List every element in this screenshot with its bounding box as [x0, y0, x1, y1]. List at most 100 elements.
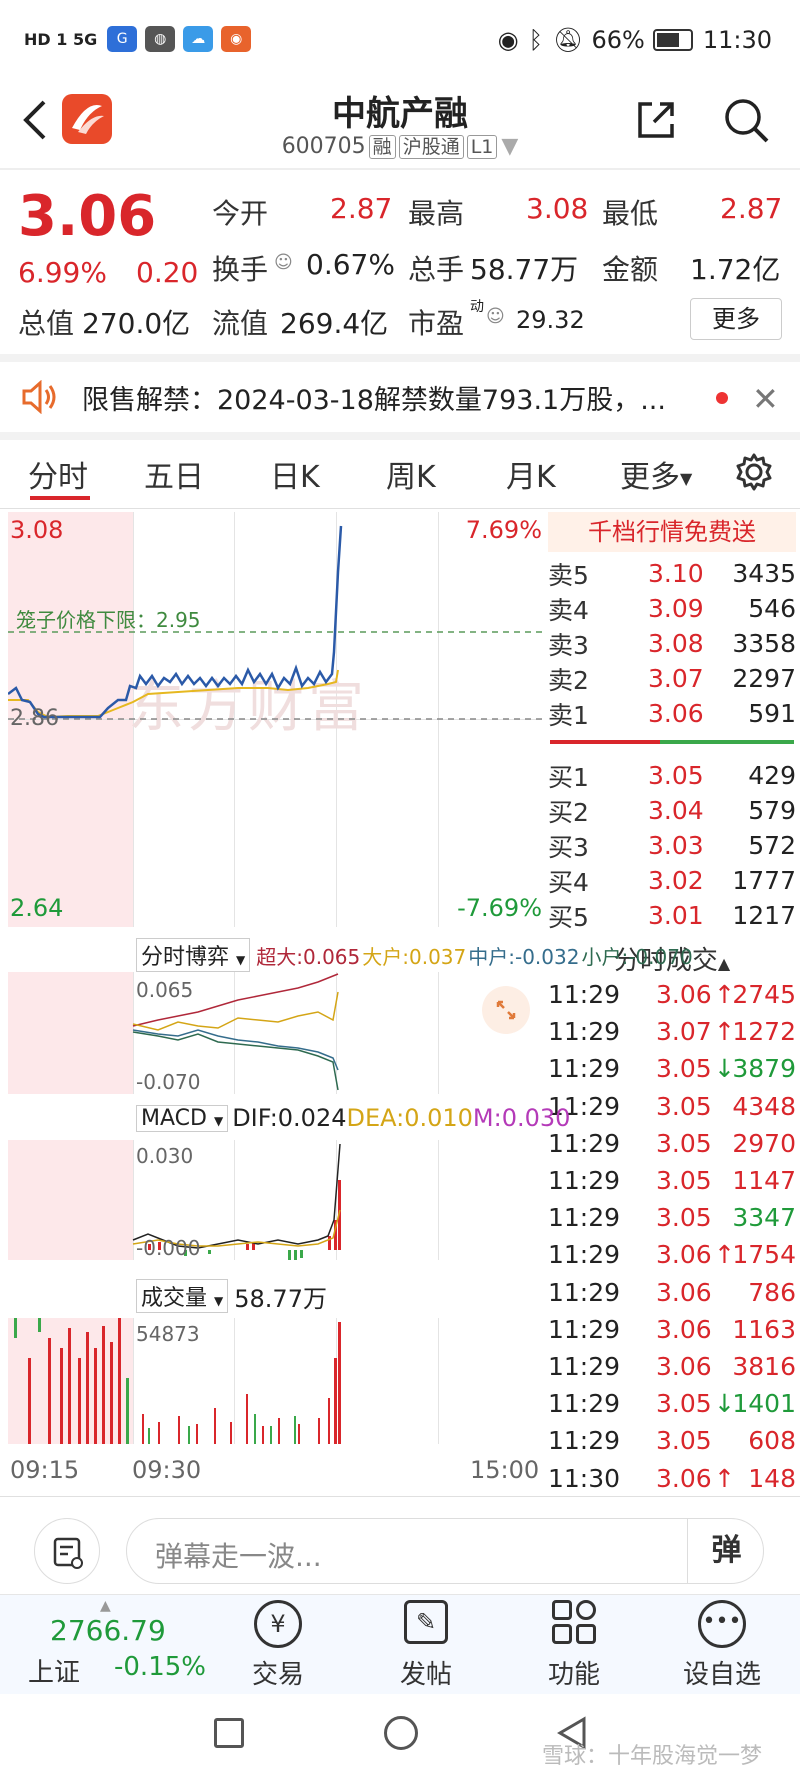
high-label: 最高: [408, 197, 465, 230]
tab-5day[interactable]: 五日: [144, 452, 204, 496]
status-bar: HD 1 5G G ◍ ☁ ◉ ◉ ᛒ 🔕︎ 66% 11:30: [0, 0, 800, 86]
trade-price: 3.06: [656, 980, 712, 1009]
macd-histogram-neg: [184, 1250, 303, 1260]
tab-monthly[interactable]: 月K: [506, 452, 556, 496]
search-icon[interactable]: [722, 96, 770, 144]
volume-selector[interactable]: 成交量 ▼: [136, 1279, 229, 1313]
trade-time: 11:29: [548, 1017, 621, 1047]
amount-value: 1.72亿: [690, 253, 781, 286]
y-axis-bottom: 2.64: [10, 894, 64, 922]
bid-row[interactable]: 买5 3.01 1217: [548, 898, 796, 933]
trade-time: 11:29: [548, 1352, 621, 1381]
open-value: 2.87: [330, 192, 393, 225]
volume-chart[interactable]: 54873: [8, 1318, 542, 1444]
stock-code: 600705: [281, 134, 366, 159]
nav-functions[interactable]: 功能: [514, 1600, 634, 1691]
trade-volume: 3347: [732, 1203, 796, 1233]
turnover-label: 换手: [212, 253, 269, 286]
app-icon-g: G: [107, 26, 138, 52]
nav-trade[interactable]: ¥ 交易: [218, 1600, 338, 1691]
trade-row: 11:29 3.06 786: [548, 1274, 796, 1311]
trade-volume: 1272: [732, 1017, 796, 1047]
bid-ask-ratio-bar: [550, 740, 794, 744]
cage-limit-label: 笼子价格下限：2.95: [16, 608, 201, 632]
last-price: 3.06: [18, 184, 157, 249]
square-nav-icon[interactable]: [214, 1718, 244, 1748]
chevron-down-icon[interactable]: ▼: [501, 134, 518, 159]
trade-time: 11:29: [548, 980, 621, 1009]
ask-row[interactable]: 卖5 3.10 3435: [548, 556, 796, 591]
bid-price: 3.01: [648, 901, 704, 930]
tag-level[interactable]: L1: [466, 135, 498, 159]
info-icon[interactable]: ☺: [486, 306, 505, 327]
macd-selector[interactable]: MACD ▼: [136, 1104, 229, 1132]
share-icon[interactable]: [634, 98, 678, 142]
bid-row[interactable]: 买1 3.05 429: [548, 758, 796, 793]
tab-more[interactable]: 更多▼: [620, 452, 692, 496]
nav-trade-label: 交易: [251, 1660, 304, 1690]
tab-intraday[interactable]: 分时: [28, 452, 88, 496]
bid-label: 买4: [548, 867, 589, 897]
yuan-icon: ¥: [254, 1600, 302, 1648]
ask-label: 卖4: [548, 595, 589, 625]
trade-volume: 3816: [732, 1352, 796, 1381]
trade-price: 3.05: [656, 1166, 712, 1195]
danmu-toggle-label: 弹: [711, 1533, 742, 1568]
bid-label: 买1: [548, 762, 589, 792]
nav-post[interactable]: ✎ 发帖: [366, 1600, 486, 1691]
app-icon-orange: ◉: [221, 26, 252, 52]
flow-y-bottom: -0.070: [136, 1070, 201, 1094]
intraday-chart[interactable]: 东方财富 3.08 2.64 2.86 7.69% -7.69% 笼子价格下限：…: [8, 512, 542, 927]
mktcap-value: 270.0亿: [82, 307, 191, 340]
divider: [0, 1496, 800, 1497]
info-icon[interactable]: ☺: [274, 252, 293, 273]
bid-row[interactable]: 买3 3.03 572: [548, 828, 796, 863]
change-pct: 6.99%: [18, 256, 107, 289]
trade-volume: 4348: [732, 1091, 796, 1121]
macd-lines: [132, 1143, 341, 1260]
compose-icon[interactable]: [34, 1518, 100, 1584]
nav-watchlist[interactable]: ••• 设自选: [662, 1600, 782, 1691]
status-right: ◉ ᛒ 🔕︎ 66% 11:30: [498, 26, 772, 54]
ask-volume: 591: [748, 699, 796, 728]
flow-chart[interactable]: 0.065 -0.070: [8, 972, 542, 1094]
ask-row[interactable]: 卖4 3.09 546: [548, 591, 796, 626]
chevron-down-icon: ▼: [680, 469, 693, 488]
ask-row[interactable]: 卖2 3.07 2297: [548, 661, 796, 696]
tab-more-label: 更多: [620, 460, 680, 495]
trade-volume: 1163: [732, 1314, 796, 1344]
divider: [0, 168, 800, 170]
trade-row: 11:29 3.06 ↑ 2745: [548, 976, 796, 1013]
ask-row[interactable]: 卖1 3.06 591: [548, 696, 796, 731]
notice-bar[interactable]: 限售解禁：2024-03-18解禁数量793.1万股，... ✕: [0, 362, 800, 432]
expand-icon[interactable]: [482, 986, 530, 1034]
trade-row: 11:29 3.05 608: [548, 1422, 796, 1459]
bid-row[interactable]: 买4 3.02 1777: [548, 863, 796, 898]
orderbook-header[interactable]: 千档行情免费送: [548, 512, 796, 552]
macd-chart[interactable]: 0.030 -0.000: [8, 1140, 542, 1260]
close-icon[interactable]: ✕: [752, 380, 779, 418]
bluetooth-icon: ᛒ: [528, 26, 544, 54]
trade-price: 3.05: [656, 1091, 712, 1121]
ask-row[interactable]: 卖3 3.08 3358: [548, 626, 796, 661]
flow-mid-line: [132, 1029, 339, 1071]
danmu-input[interactable]: 弹幕走一波... 弹: [126, 1518, 764, 1584]
home-circle-icon[interactable]: [384, 1716, 418, 1750]
divider: [0, 354, 800, 362]
tab-daily[interactable]: 日K: [270, 452, 320, 496]
flow-selector[interactable]: 分时博弈 ▼: [136, 938, 251, 972]
bid-volume: 572: [748, 831, 796, 860]
index-widget[interactable]: ▲ 2766.79 上证 -0.15%: [18, 1598, 218, 1690]
ask-price: 3.06: [648, 699, 704, 728]
trade-row: 11:29 3.07 ↑ 1272: [548, 1013, 796, 1050]
trade-row: 11:29 3.06 1163: [548, 1311, 796, 1348]
trade-time: 11:29: [548, 1203, 621, 1233]
trade-time: 11:29: [548, 1277, 621, 1307]
trade-direction-icon: ↓: [714, 1054, 735, 1084]
danmu-toggle-button[interactable]: 弹: [687, 1519, 765, 1583]
bid-row[interactable]: 买2 3.04 579: [548, 793, 796, 828]
gear-icon[interactable]: [734, 452, 774, 492]
more-button[interactable]: 更多: [690, 298, 782, 340]
flow-large-label: 大户:0.037: [362, 944, 467, 969]
tab-weekly[interactable]: 周K: [386, 452, 436, 496]
